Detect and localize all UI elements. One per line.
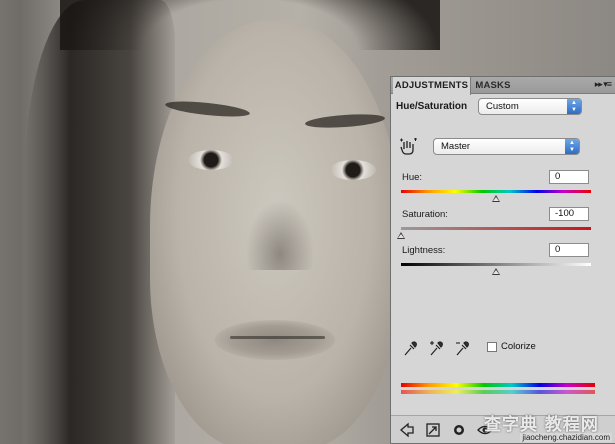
lips <box>215 320 335 360</box>
output-color-bar <box>401 390 595 394</box>
channel-dropdown[interactable]: Master ▲ ▼ <box>433 138 580 155</box>
hand-drag-icon[interactable] <box>399 138 417 156</box>
watermark-chinese: 查字典 教程网 <box>484 415 599 435</box>
preset-value: Custom <box>486 101 519 112</box>
saturation-gradient <box>401 227 591 230</box>
eyedropper-plus-icon[interactable] <box>429 340 443 356</box>
updown-arrows-icon: ▲ ▼ <box>567 99 581 114</box>
hue-input[interactable]: 0 <box>549 170 589 184</box>
right-eye <box>330 160 376 180</box>
panel-menu-icon[interactable]: ▸▸ ▾≡ <box>595 79 612 90</box>
tab-adjustments[interactable]: ADJUSTMENTS <box>393 77 471 95</box>
lip-line <box>230 336 325 339</box>
lightness-label: Lightness: <box>402 245 446 256</box>
adjustments-panel: ADJUSTMENTS MASKS ▸▸ ▾≡ Hue/Saturation C… <box>390 76 615 444</box>
left-eye <box>188 150 234 170</box>
channel-value: Master <box>441 141 471 152</box>
nose-shadow <box>240 190 320 270</box>
colorize-checkbox[interactable] <box>487 342 497 352</box>
preset-dropdown[interactable]: Custom ▲ ▼ <box>478 98 582 115</box>
hue-slider-thumb[interactable] <box>492 195 500 202</box>
eyedropper-minus-icon[interactable] <box>455 340 469 356</box>
tab-masks[interactable]: MASKS <box>473 77 513 94</box>
panel-tab-bar: ADJUSTMENTS MASKS ▸▸ ▾≡ <box>391 77 615 95</box>
back-arrow-icon[interactable] <box>399 422 415 438</box>
adjustment-title: Hue/Saturation <box>396 101 468 112</box>
watermark-url: jiaocheng.chazidian.com <box>520 433 612 442</box>
hue-label: Hue: <box>402 172 423 183</box>
hue-gradient <box>401 190 591 193</box>
saturation-slider-thumb[interactable] <box>397 232 405 239</box>
lightness-gradient <box>401 263 591 266</box>
updown-arrows-icon: ▲ ▼ <box>565 139 579 154</box>
lightness-slider-thumb[interactable] <box>492 268 500 275</box>
expand-view-icon[interactable] <box>425 422 441 438</box>
colorize-label: Colorize <box>501 341 536 352</box>
eyedropper-icon[interactable] <box>403 340 417 356</box>
lightness-input[interactable]: 0 <box>549 243 589 257</box>
saturation-input[interactable]: -100 <box>549 207 589 221</box>
clip-to-layer-icon[interactable] <box>451 422 467 438</box>
saturation-label: Saturation: <box>402 209 448 220</box>
input-color-bar <box>401 383 595 387</box>
